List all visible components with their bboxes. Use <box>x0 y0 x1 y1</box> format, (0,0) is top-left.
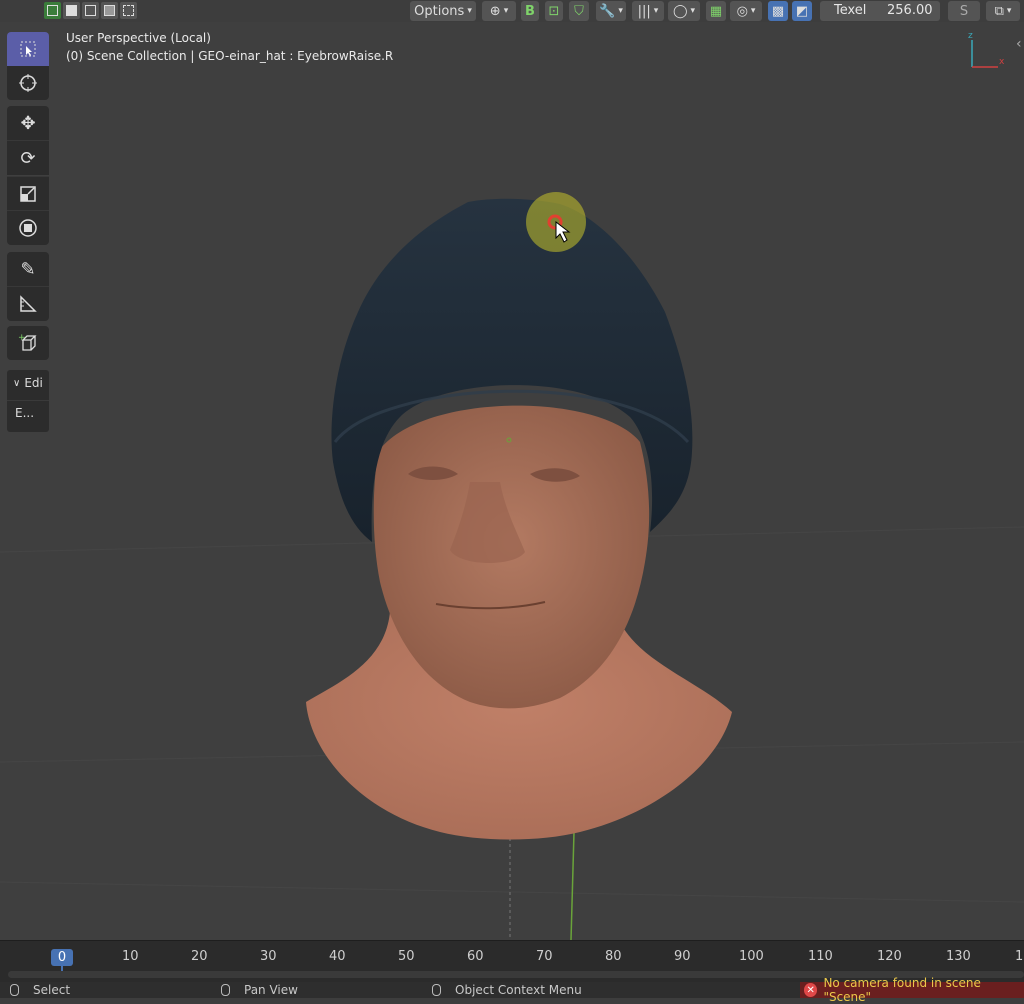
select-box-tool[interactable] <box>7 32 49 66</box>
texel-label: Texel <box>834 3 867 18</box>
cursor-tool[interactable] <box>7 66 49 100</box>
visibility-dropdown[interactable]: ||| ▾ <box>632 1 664 21</box>
circle-icon: ◯ <box>672 3 688 19</box>
texel-field[interactable]: Texel 256.00 <box>820 1 940 21</box>
chevron-down-icon: ▾ <box>467 6 472 16</box>
scale-icon <box>20 186 36 202</box>
error-icon: ✕ <box>804 983 818 997</box>
sphere-icon: ◎ <box>736 3 748 19</box>
add-cube-tool[interactable]: + <box>7 326 49 360</box>
frame-tick: 90 <box>674 949 691 964</box>
frame-tick: 60 <box>467 949 484 964</box>
status-pan-hint: Pan View <box>221 983 298 997</box>
chevron-down-icon: ▾ <box>1006 6 1012 16</box>
move-tool[interactable]: ✥ <box>7 106 49 140</box>
mouse-right-icon <box>432 984 441 996</box>
wrench-icon: 🔧 <box>599 3 616 19</box>
frame-tick: 70 <box>536 949 553 964</box>
shading-dropdown[interactable]: ◎ ▾ <box>730 1 762 21</box>
crosshair-cursor-icon <box>19 74 37 92</box>
rotate-tool[interactable]: ⟳ <box>7 140 49 175</box>
gizmo-dropdown[interactable]: ◯ ▾ <box>668 1 700 21</box>
y-axis-line <box>570 831 575 940</box>
camera-warning[interactable]: ✕ No camera found in scene "Scene" <box>800 976 1024 1004</box>
status-context-hint: Object Context Menu <box>432 983 582 997</box>
measure-tool[interactable] <box>7 286 49 321</box>
frame-tick: 80 <box>605 949 622 964</box>
options-dropdown[interactable]: Options ▾ <box>410 1 476 21</box>
pencil-icon: ✎ <box>20 258 36 280</box>
camera-icon: ⧉ <box>994 3 1004 19</box>
transform-pivot-dropdown[interactable]: ⊕ ▾ <box>482 1 516 21</box>
rotate-icon: ⟳ <box>20 147 36 169</box>
navigation-gizmo[interactable]: z x <box>968 31 1005 68</box>
select-mode-intersect-button[interactable] <box>120 2 137 19</box>
svg-text:z: z <box>968 31 973 41</box>
add-cube-icon: + <box>18 333 37 351</box>
edit-panel: ∨ Edi E... <box>7 370 49 432</box>
svg-text:x: x <box>999 57 1005 67</box>
select-cursor-icon <box>20 41 36 57</box>
solid-shading-icon: ◩ <box>795 3 809 19</box>
s-button[interactable]: S <box>948 1 980 21</box>
xray-icon: ▩ <box>771 3 785 19</box>
status-bar: Select Pan View Object Context Menu ✕ No… <box>0 976 1024 1004</box>
solid-shading-button[interactable]: ◩ <box>792 1 812 21</box>
frame-tick: 120 <box>877 949 902 964</box>
wrench-dropdown[interactable]: 🔧 ▾ <box>596 1 626 21</box>
snap-bone-icon[interactable]: ⊡ <box>545 1 563 21</box>
move-arrows-icon: ✥ <box>20 112 36 134</box>
chevron-down-icon: ∨ <box>13 377 21 389</box>
mouse-left-icon <box>10 984 19 996</box>
frame-tick: 20 <box>191 949 208 964</box>
frame-tick: 10 <box>122 949 139 964</box>
mouse-middle-icon <box>221 984 230 996</box>
frame-tick: 50 <box>398 949 415 964</box>
select-mode-subtract-button[interactable] <box>82 2 99 19</box>
globe-icon: ⊕ <box>489 3 501 19</box>
viewport-scene: z x ‹ <box>0 31 1024 940</box>
select-mode-invert-button[interactable] <box>101 2 118 19</box>
ruler-icon <box>20 295 37 312</box>
status-select-hint: Select <box>10 983 70 997</box>
overlay-grid-icon[interactable]: ▦ <box>706 1 726 21</box>
frame-tick: 1 <box>1015 949 1024 964</box>
sidebar-toggle-icon[interactable]: ‹ <box>1016 36 1022 52</box>
perspective-label: User Perspective (Local) <box>66 31 211 45</box>
frame-tick: 30 <box>260 949 277 964</box>
bars-icon: ||| <box>637 3 651 19</box>
transform-tool[interactable] <box>7 210 49 245</box>
chevron-down-icon: ▾ <box>750 6 756 16</box>
scale-tool[interactable] <box>7 176 49 211</box>
svg-text:+: + <box>18 333 26 343</box>
chevron-down-icon: ▾ <box>618 6 623 16</box>
divider <box>7 400 49 401</box>
collection-label: (0) Scene Collection | GEO-einar_hat : E… <box>66 49 394 63</box>
3d-viewport[interactable]: z x ‹ User Perspective (Local) (0) Scene… <box>0 22 1024 940</box>
texel-value: 256.00 <box>887 3 933 18</box>
frame-tick: 130 <box>946 949 971 964</box>
select-mode-new-button[interactable] <box>44 2 61 19</box>
frame-tick: 100 <box>739 949 764 964</box>
select-mode-extend-button[interactable] <box>63 2 80 19</box>
editor-type-dropdown[interactable]: ⧉ ▾ <box>986 1 1020 21</box>
chevron-down-icon: ▾ <box>503 6 509 16</box>
chevron-down-icon: ▾ <box>690 6 696 16</box>
mirror-shield-icon[interactable]: ⛉ <box>569 1 589 21</box>
annotate-tool[interactable]: ✎ <box>7 252 49 286</box>
transform-icon <box>19 219 37 237</box>
timeline-ruler[interactable]: 0 10 20 30 40 50 60 70 80 90 100 110 120… <box>0 945 1024 966</box>
viewport-header: Options ▾ ⊕ ▾ B ⊡ ⛉ 🔧 ▾ ||| ▾ ◯ ▾ ▦ ◎ ▾ ▩ ◩ Te… <box>0 0 1024 22</box>
frame-tick: 40 <box>329 949 346 964</box>
xray-toggle-button[interactable]: ▩ <box>768 1 788 21</box>
chevron-down-icon: ▾ <box>653 6 659 16</box>
frame-tick: 110 <box>808 949 833 964</box>
edit-panel-item[interactable]: E... <box>15 406 34 420</box>
edit-panel-header[interactable]: ∨ Edi <box>13 376 43 390</box>
xray-bone-button[interactable]: B <box>521 1 539 21</box>
